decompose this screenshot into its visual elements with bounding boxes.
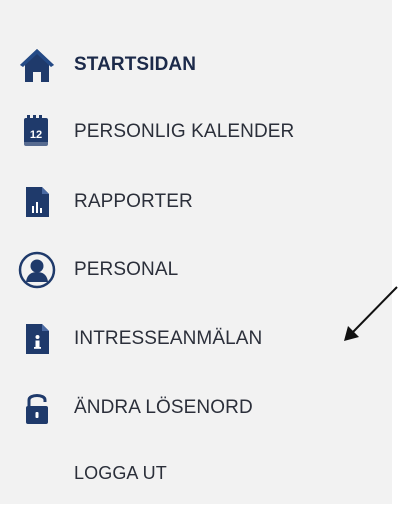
calendar-icon: 12 — [18, 113, 56, 151]
menu-item-label: PERSONAL — [74, 259, 179, 280]
menu-item-startsidan[interactable]: STARTSIDAN — [18, 43, 382, 87]
menu-item-logga-ut[interactable]: LOGGA UT — [18, 451, 382, 495]
menu-item-label: ÄNDRA LÖSENORD — [74, 397, 253, 418]
lock-icon — [18, 389, 56, 427]
menu-item-label: PERSONLIG KALENDER — [74, 121, 295, 142]
menu-item-label: INTRESSEANMÄLAN — [74, 328, 263, 349]
sidebar-panel: STARTSIDAN 12 PERSONLIG KALENDER RAPPORT… — [0, 0, 392, 504]
menu-item-label: LOGGA UT — [74, 462, 167, 483]
menu-item-andra-losenord[interactable]: ÄNDRA LÖSENORD — [18, 386, 382, 430]
menu-item-label: STARTSIDAN — [74, 54, 197, 75]
report-icon — [18, 183, 56, 221]
menu-item-rapporter[interactable]: RAPPORTER — [18, 180, 382, 224]
calendar-day-number: 12 — [30, 129, 42, 141]
person-icon — [18, 251, 56, 289]
home-icon — [18, 46, 56, 84]
menu-item-label: RAPPORTER — [74, 191, 193, 212]
sidebar-menu: STARTSIDAN 12 PERSONLIG KALENDER RAPPORT… — [0, 0, 392, 504]
menu-item-personlig-kalender[interactable]: 12 PERSONLIG KALENDER — [18, 110, 382, 154]
info-document-icon — [18, 320, 56, 358]
menu-item-personal[interactable]: PERSONAL — [18, 248, 382, 292]
menu-item-intresseanmalan[interactable]: INTRESSEANMÄLAN — [18, 317, 382, 361]
